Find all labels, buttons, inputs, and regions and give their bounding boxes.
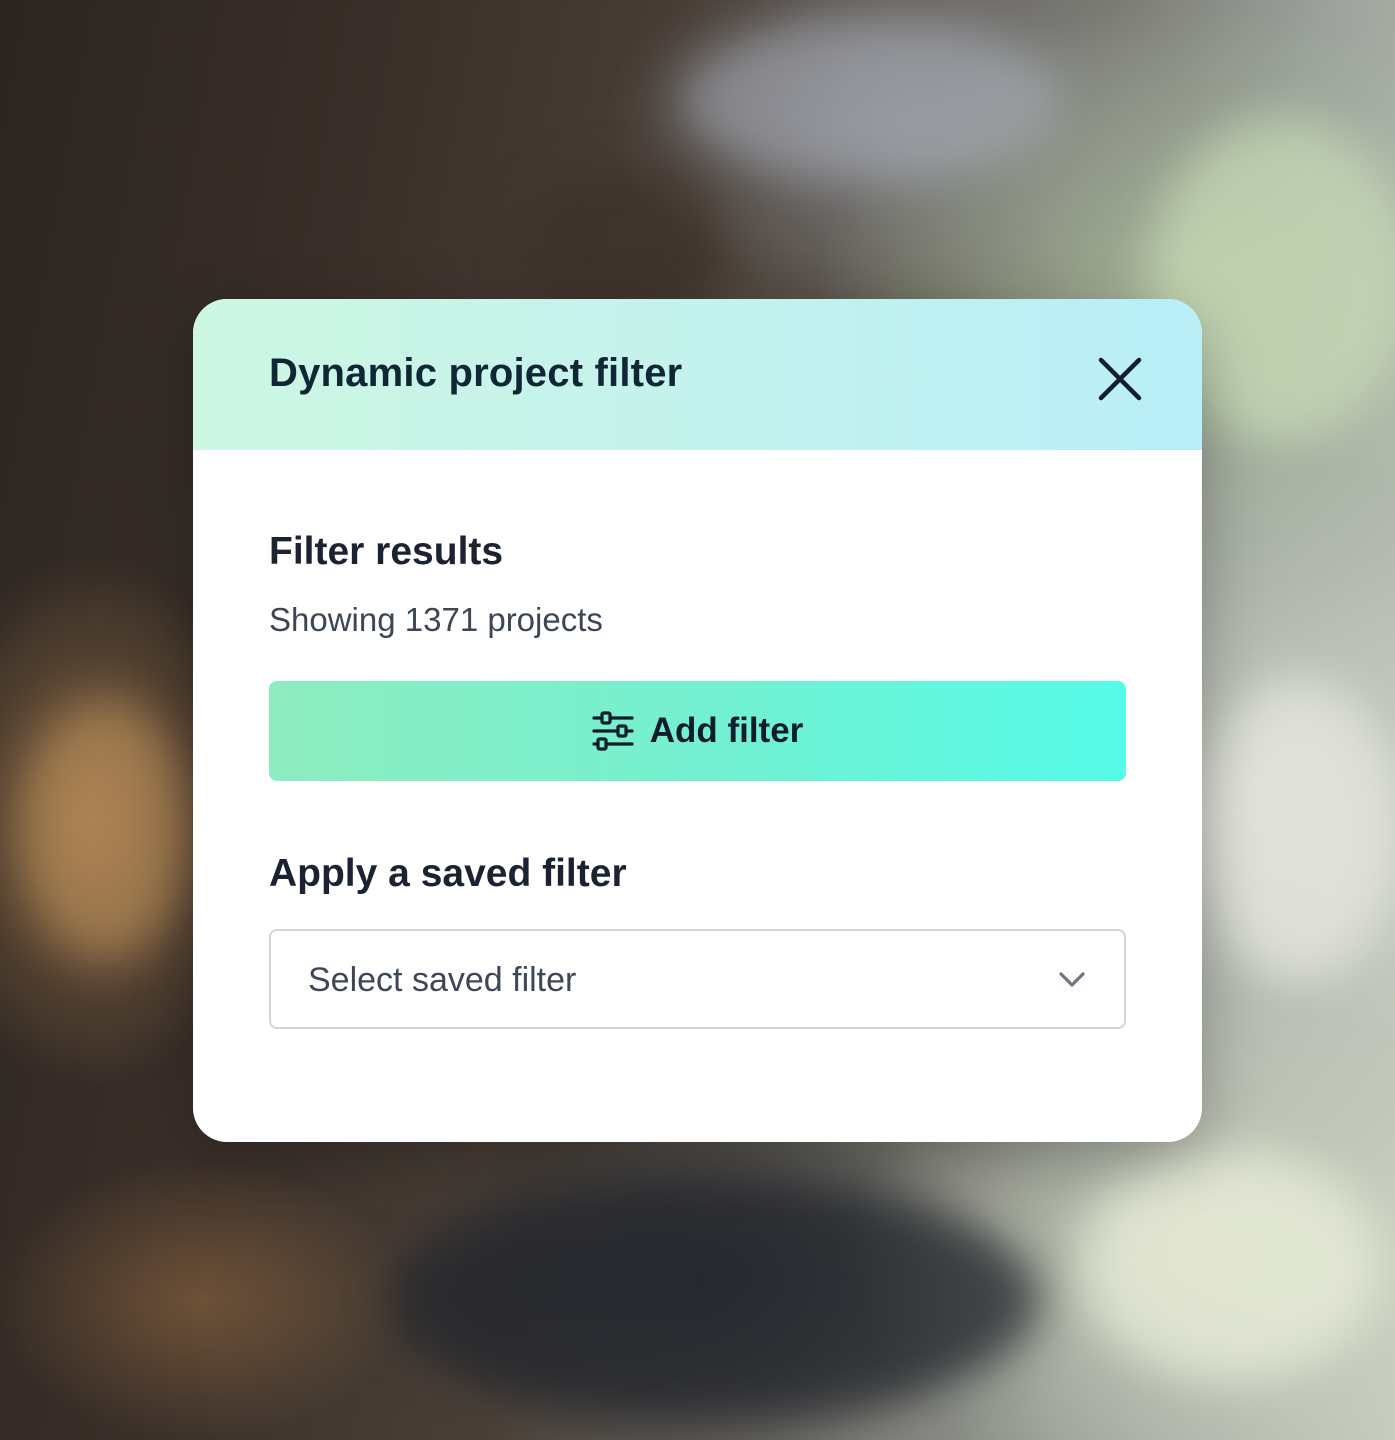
result-count-text: Showing 1371 projects xyxy=(269,601,603,638)
sliders-icon xyxy=(592,711,634,751)
modal-title: Dynamic project filter xyxy=(269,351,683,395)
saved-filter-heading: Apply a saved filter xyxy=(269,852,627,895)
modal-header: Dynamic project filter xyxy=(193,299,1202,450)
background-shelf-light xyxy=(20,700,190,960)
close-icon xyxy=(1098,357,1142,401)
add-filter-button[interactable]: Add filter xyxy=(269,681,1126,781)
saved-filter-placeholder: Select saved filter xyxy=(308,961,577,999)
add-filter-label: Add filter xyxy=(649,711,804,750)
chevron-down-icon xyxy=(1059,972,1085,987)
background-shelf-light xyxy=(1080,1150,1380,1380)
background-basket xyxy=(390,1180,1040,1420)
background-shelf-light xyxy=(680,20,1060,180)
background-shelf-light xyxy=(1200,680,1395,980)
close-button[interactable] xyxy=(1090,349,1150,409)
filter-modal: Dynamic project filter Filter results Sh… xyxy=(193,299,1202,1142)
filter-results-heading: Filter results xyxy=(269,530,504,573)
saved-filter-select[interactable]: Select saved filter xyxy=(269,929,1126,1029)
